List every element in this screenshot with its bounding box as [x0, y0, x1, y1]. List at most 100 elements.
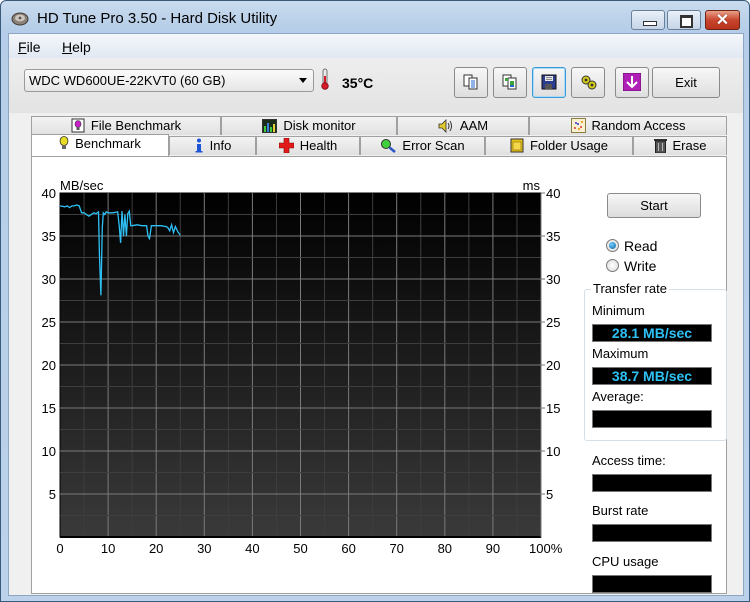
save-button[interactable]	[532, 67, 566, 98]
options-button[interactable]	[571, 67, 605, 98]
y-tick-label-right: 20	[546, 358, 560, 373]
tab-benchmark-label: Benchmark	[75, 136, 141, 151]
copy-text-button[interactable]	[454, 67, 488, 98]
average-value	[592, 410, 712, 428]
tab-disk-monitor-label: Disk monitor	[283, 118, 356, 133]
minimum-label: Minimum	[592, 303, 645, 318]
x-tick-label: 80	[438, 541, 452, 556]
tab-file-benchmark[interactable]: File Benchmark	[31, 116, 221, 135]
x-tick-label: 0	[56, 541, 63, 556]
access-time-label: Access time:	[592, 453, 666, 468]
download-arrow-icon	[623, 73, 641, 91]
tab-folder-usage[interactable]: Folder Usage	[485, 136, 633, 155]
benchmark-panel: 0 10 20 30 40 50 60 70 80 90 100% 5 10 15 20 25 30 35 40 5 1…	[31, 156, 727, 594]
drive-select-value: WDC WD600UE-22KVT0 (60 GB)	[29, 73, 226, 88]
y-tick-label-left: 30	[42, 272, 56, 287]
x-tick-label: 30	[197, 541, 211, 556]
y-tick-label-left: 20	[42, 358, 56, 373]
x-tick-label: 10	[101, 541, 115, 556]
tab-health[interactable]: Health	[256, 136, 360, 155]
y-tick-label-left: 35	[42, 229, 56, 244]
window-title: HD Tune Pro 3.50 - Hard Disk Utility	[37, 10, 278, 27]
tab-random-access[interactable]: Random Access	[529, 116, 727, 135]
info-icon	[195, 138, 203, 153]
y-tick-label-left: 40	[42, 186, 56, 201]
copy-screenshot-button[interactable]	[493, 67, 527, 98]
tab-info-label: Info	[209, 138, 232, 153]
y-axis-label-left: MB/sec	[60, 178, 104, 193]
copy-image-icon	[502, 74, 517, 90]
y-tick-label-right: 5	[546, 487, 553, 502]
speaker-icon	[438, 119, 452, 133]
x-tick-label: 70	[389, 541, 403, 556]
tab-benchmark[interactable]: Benchmark	[31, 134, 169, 156]
tab-folder-usage-label: Folder Usage	[529, 138, 609, 153]
close-button[interactable]: ✕	[705, 10, 740, 30]
minimize-button[interactable]	[631, 10, 665, 30]
tab-erase-label: Erase	[672, 138, 707, 153]
temperature-readout: 35°C	[342, 75, 374, 91]
x-tick-label: 100%	[529, 541, 563, 556]
menu-file-label: ile	[26, 39, 41, 55]
app-window: HD Tune Pro 3.50 - Hard Disk Utility ✕ F…	[0, 0, 750, 602]
red-cross-icon	[278, 138, 294, 153]
y-tick-label-left: 5	[49, 487, 56, 502]
tab-error-scan[interactable]: Error Scan	[360, 136, 485, 155]
access-time-value	[592, 474, 712, 492]
y-tick-label-right: 15	[546, 401, 560, 416]
tab-error-scan-label: Error Scan	[402, 138, 465, 153]
tab-aam[interactable]: AAM	[397, 116, 529, 135]
menu-help-accel: H	[62, 39, 73, 55]
transfer-rate-chart: 0 10 20 30 40 50 60 70 80 90 100% 5 10 15 20 25 30 35 40 5 1…	[42, 178, 563, 556]
drive-select[interactable]: WDC WD600UE-22KVT0 (60 GB)	[24, 69, 314, 92]
copy-text-icon	[463, 74, 478, 90]
minimum-value: 28.1 MB/sec	[592, 324, 712, 342]
y-tick-label-right: 40	[546, 186, 560, 201]
magnifier-icon	[381, 139, 397, 153]
maximize-button[interactable]	[667, 10, 701, 30]
cpu-usage-label: CPU usage	[592, 554, 659, 569]
y-tick-label-right: 35	[546, 229, 560, 244]
cpu-usage-value	[592, 575, 712, 593]
y-tick-label-left: 15	[42, 401, 56, 416]
title-bar[interactable]: HD Tune Pro 3.50 - Hard Disk Utility ✕	[1, 1, 749, 33]
burst-rate-value	[592, 524, 712, 542]
x-tick-label: 60	[341, 541, 355, 556]
write-radio[interactable]: Write	[606, 258, 726, 276]
y-tick-label-right: 10	[546, 444, 560, 459]
menu-help[interactable]: Help	[62, 39, 91, 55]
tab-health-label: Health	[299, 138, 338, 153]
toolbar: WDC WD600UE-22KVT0 (60 GB) 35°C Exit	[9, 58, 743, 113]
x-tick-label: 40	[245, 541, 259, 556]
y-tick-label-right: 30	[546, 272, 560, 287]
menu-file[interactable]: File	[18, 39, 41, 55]
maximum-value: 38.7 MB/sec	[592, 367, 712, 385]
tab-info[interactable]: Info	[169, 136, 256, 155]
folder-icon	[510, 138, 524, 153]
floppy-disk-icon	[541, 74, 557, 90]
tab-erase[interactable]: Erase	[633, 136, 727, 155]
read-radio-indicator	[606, 239, 619, 252]
tab-disk-monitor[interactable]: Disk monitor	[221, 116, 397, 135]
gears-icon	[581, 75, 597, 90]
chevron-down-icon	[299, 78, 307, 83]
random-access-icon	[570, 118, 586, 133]
y-tick-label-right: 25	[546, 315, 560, 330]
download-button[interactable]	[615, 67, 649, 98]
tab-random-access-label: Random Access	[591, 118, 686, 133]
thermometer-icon	[321, 68, 329, 90]
start-button[interactable]: Start	[607, 193, 701, 218]
client-area: File Help WDC WD600UE-22KVT0 (60 GB) 35°…	[8, 33, 744, 596]
write-radio-indicator	[606, 259, 619, 272]
minimize-icon	[643, 21, 657, 26]
transfer-rate-legend: Transfer rate	[591, 281, 669, 296]
exit-button[interactable]: Exit	[652, 67, 720, 98]
trash-icon	[653, 139, 667, 153]
read-radio-label: Read	[624, 238, 658, 254]
average-label: Average:	[592, 389, 644, 404]
read-radio[interactable]: Read	[606, 238, 726, 256]
lightbulb-icon	[59, 136, 69, 149]
tab-file-benchmark-label: File Benchmark	[90, 118, 182, 133]
y-tick-label-left: 10	[42, 444, 56, 459]
burst-rate-label: Burst rate	[592, 503, 649, 518]
